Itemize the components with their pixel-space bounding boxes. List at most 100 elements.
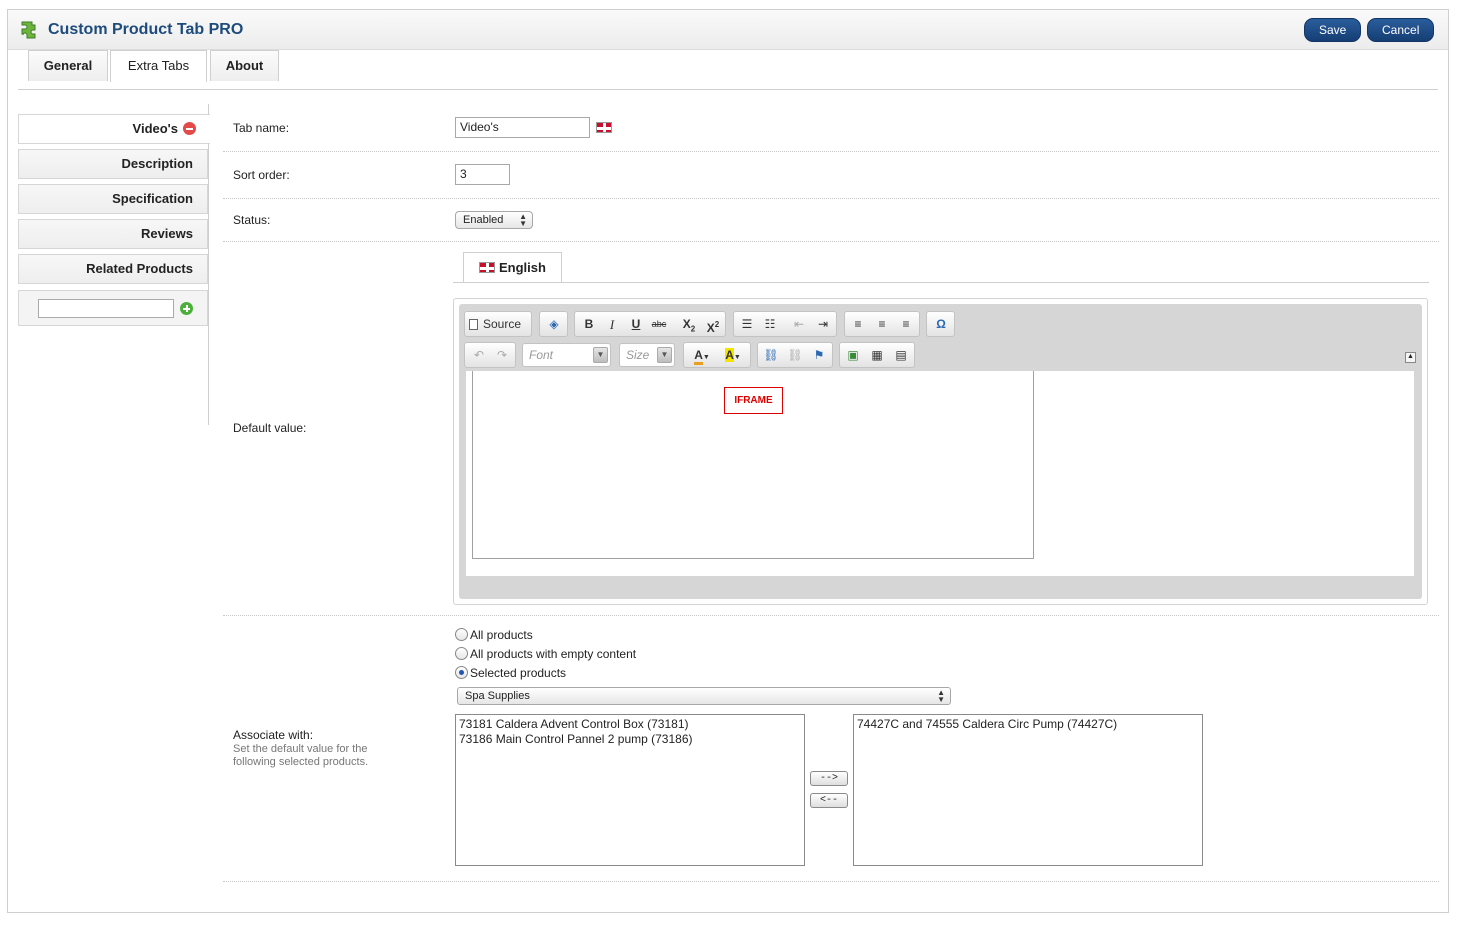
editor-document[interactable]: IFRAME: [472, 371, 1034, 559]
sidebar-item-description[interactable]: Description: [18, 149, 208, 179]
italic-icon[interactable]: I: [603, 316, 621, 333]
radio-all-empty[interactable]: All products with empty content: [455, 647, 636, 661]
sidebar-item-videos[interactable]: Video's: [18, 114, 210, 144]
numbered-list-icon[interactable]: ☰: [738, 316, 756, 333]
rich-text-editor: Source ◈ B I U abc X2 X2 ☰ ☷ ⇤ ⇥ ≡ ≡ ≡ Ω: [453, 298, 1428, 605]
chevron-down-icon: ▼: [593, 347, 608, 363]
align-right-icon[interactable]: ≡: [897, 316, 915, 333]
tab-extra-tabs[interactable]: Extra Tabs: [110, 50, 207, 82]
toolbar-group-history: ↶ ↷: [464, 342, 516, 368]
list-item[interactable]: 73181 Caldera Advent Control Box (73181): [459, 717, 801, 732]
toolbar-group-format: B I U abc X2 X2: [574, 311, 726, 337]
select-arrows-icon: ▲ ▼: [519, 212, 527, 228]
radio-all-products[interactable]: All products: [455, 628, 533, 642]
toolbar-group-colors: A▼ A▼: [683, 342, 751, 368]
strikethrough-icon[interactable]: abc: [650, 316, 668, 333]
category-value: Spa Supplies: [465, 690, 530, 702]
radio-label: All products with empty content: [470, 647, 637, 661]
sidebar-item-reviews[interactable]: Reviews: [18, 219, 208, 249]
editor-chrome: Source ◈ B I U abc X2 X2 ☰ ☷ ⇤ ⇥ ≡ ≡ ≡ Ω: [459, 304, 1422, 599]
radio-label: All products: [470, 628, 533, 642]
chevron-down-icon: ▼: [657, 347, 672, 363]
redo-icon[interactable]: ↷: [493, 347, 511, 364]
horizontal-rule-icon[interactable]: ▤: [892, 347, 910, 364]
sidebar-item-related-products[interactable]: Related Products: [18, 254, 208, 284]
image-icon[interactable]: ▣: [844, 347, 862, 364]
radio-button[interactable]: [455, 628, 468, 641]
size-placeholder: Size: [626, 348, 650, 362]
language-tabs-divider: [453, 282, 1429, 283]
cancel-button[interactable]: Cancel: [1367, 18, 1435, 42]
radio-selected-products[interactable]: Selected products: [455, 666, 566, 680]
size-combo[interactable]: Size ▼: [619, 343, 675, 367]
tab-about[interactable]: About: [210, 50, 279, 81]
tab-name-input[interactable]: Video's: [455, 117, 590, 138]
editor-content-area[interactable]: IFRAME: [466, 371, 1414, 576]
bulleted-list-icon[interactable]: ☷: [761, 316, 779, 333]
tabs-divider: [18, 89, 1438, 90]
add-to-selected-button[interactable]: -->: [810, 771, 848, 786]
toolbar-group-lists: ☰ ☷ ⇤ ⇥: [733, 311, 837, 337]
align-left-icon[interactable]: ≡: [849, 316, 867, 333]
available-products-list[interactable]: 73181 Caldera Advent Control Box (73181)…: [455, 714, 805, 866]
row-divider: [223, 198, 1439, 199]
document-icon: [469, 319, 478, 330]
toolbar-group-preview: ◈: [539, 311, 568, 337]
sort-order-label: Sort order:: [233, 168, 290, 182]
puzzle-icon: [21, 21, 36, 39]
sidebar: Video's Description Specification Review…: [18, 104, 210, 425]
page-title: Custom Product Tab PRO: [48, 21, 244, 38]
save-button[interactable]: Save: [1304, 18, 1362, 42]
uk-flag-icon: [596, 122, 612, 133]
superscript-icon[interactable]: X2: [704, 316, 722, 335]
subscript-icon[interactable]: X2: [680, 316, 698, 333]
special-char-icon[interactable]: Ω: [932, 316, 950, 333]
background-color-icon[interactable]: A▼: [720, 347, 746, 364]
status-select[interactable]: Enabled ▲ ▼: [455, 211, 533, 229]
header-bar: Custom Product Tab PRO Save Cancel: [8, 10, 1448, 50]
toolbar-group-links: ⛓ ⛓ ⚑: [757, 342, 833, 368]
link-icon[interactable]: ⛓: [762, 347, 780, 364]
list-item[interactable]: 73186 Main Control Pannel 2 pump (73186): [459, 732, 801, 747]
row-divider: [223, 151, 1439, 152]
select-arrows-icon: ▲ ▼: [937, 688, 945, 704]
remove-icon[interactable]: [183, 122, 196, 135]
source-label: Source: [483, 317, 522, 331]
tab-language-english[interactable]: English: [463, 252, 562, 283]
list-item[interactable]: 74427C and 74555 Caldera Circ Pump (7442…: [857, 717, 1199, 732]
collapse-toolbar-icon[interactable]: ▲: [1405, 352, 1416, 363]
radio-button[interactable]: [455, 666, 468, 679]
status-value: Enabled: [463, 214, 504, 226]
default-value-label: Default value:: [233, 421, 307, 435]
sidebar-add-row: [18, 290, 208, 326]
bold-icon[interactable]: B: [580, 316, 598, 333]
anchor-flag-icon[interactable]: ⚑: [810, 347, 828, 364]
underline-icon[interactable]: U: [627, 316, 645, 333]
toolbar-group-special: Ω: [926, 311, 955, 337]
text-color-icon[interactable]: A▼: [689, 347, 715, 365]
unlink-icon[interactable]: ⛓: [786, 347, 804, 364]
undo-icon[interactable]: ↶: [470, 347, 488, 364]
uk-flag-icon: [479, 262, 495, 273]
new-tab-input[interactable]: [38, 299, 174, 318]
indent-icon[interactable]: ⇥: [814, 316, 832, 333]
source-button[interactable]: Source: [469, 316, 529, 333]
category-select[interactable]: Spa Supplies ▲ ▼: [457, 687, 951, 705]
language-tab-label: English: [499, 260, 546, 275]
font-combo[interactable]: Font ▼: [522, 343, 611, 367]
tab-general[interactable]: General: [28, 50, 108, 81]
row-divider: [223, 241, 1439, 242]
sort-order-input[interactable]: 3: [455, 164, 510, 185]
radio-button[interactable]: [455, 647, 468, 660]
toolbar-group-insert: ▣ ▦ ▤: [839, 342, 915, 368]
preview-icon[interactable]: ◈: [545, 316, 563, 333]
remove-from-selected-button[interactable]: <--: [810, 793, 848, 808]
selected-products-list[interactable]: 74427C and 74555 Caldera Circ Pump (7442…: [853, 714, 1203, 866]
outdent-icon[interactable]: ⇤: [790, 316, 808, 333]
sidebar-item-specification[interactable]: Specification: [18, 184, 208, 214]
status-label: Status:: [233, 213, 271, 227]
add-icon[interactable]: [180, 302, 193, 315]
iframe-placeholder[interactable]: IFRAME: [724, 387, 783, 414]
align-center-icon[interactable]: ≡: [873, 316, 891, 333]
table-icon[interactable]: ▦: [868, 347, 886, 364]
